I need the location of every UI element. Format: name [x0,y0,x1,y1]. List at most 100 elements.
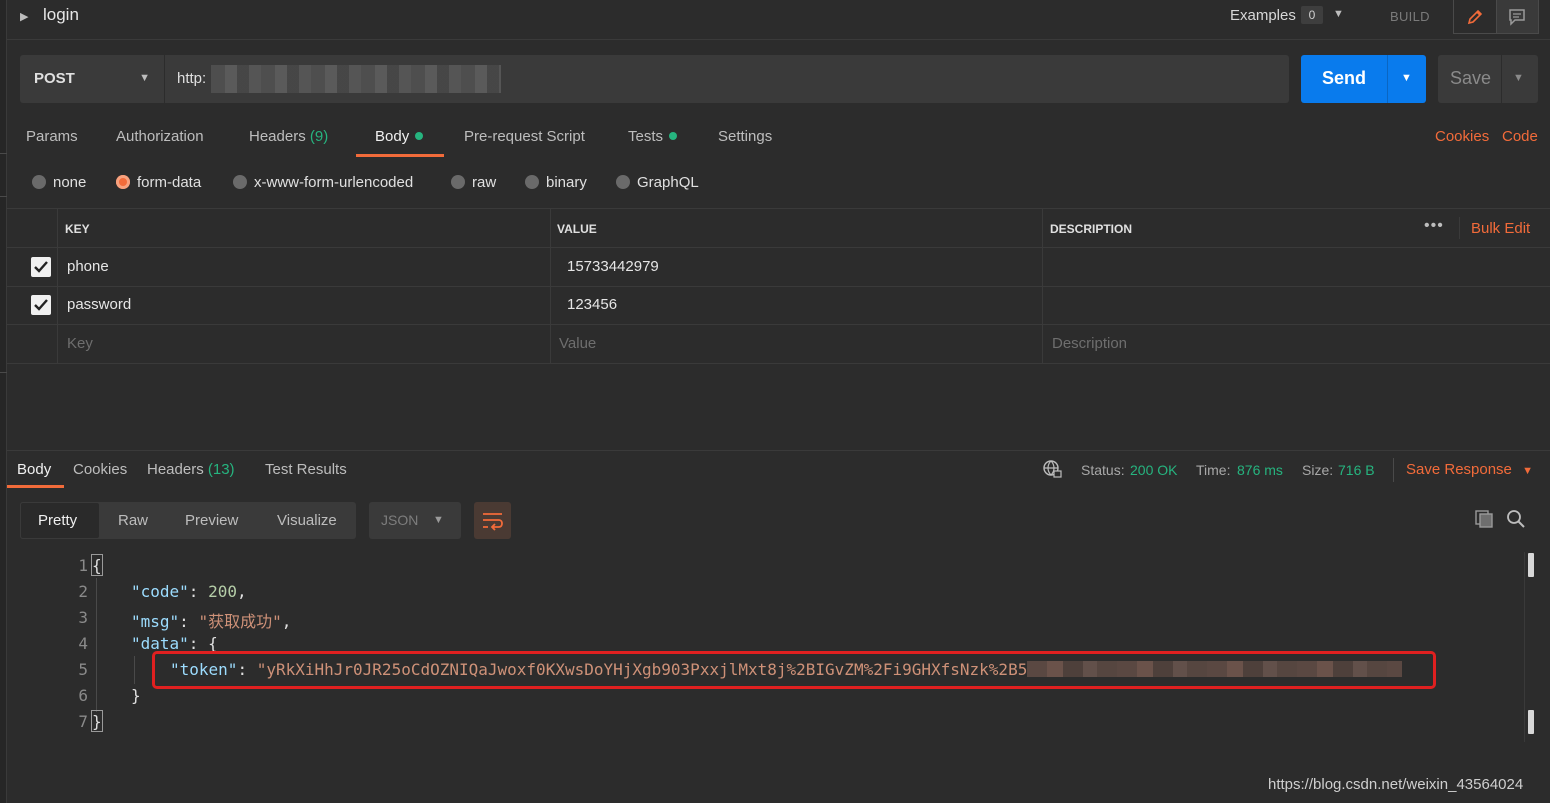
radio-selected-icon [116,175,130,189]
examples-dropdown-label[interactable]: Examples [1230,7,1296,24]
form-data-table: KEY VALUE DESCRIPTION ••• Bulk Edit phon… [7,208,1550,364]
response-tab-headers-label: Headers [147,461,204,478]
separator [1393,458,1394,482]
json-line: "msg": "获取成功", [131,612,292,631]
watermark-text: https://blog.csdn.net/weixin_43564024 [1268,776,1524,793]
column-header-key: KEY [65,222,90,236]
json-key: "code" [131,582,189,601]
save-button[interactable]: Save ▼ [1438,55,1538,103]
collapse-caret-icon[interactable]: ▶ [20,10,28,23]
param-value-cell[interactable]: 15733442979 [567,258,659,275]
json-line: { [92,556,102,575]
method-select[interactable]: POST ▼ [20,55,165,103]
indent-guide [134,656,135,684]
wrap-lines-button[interactable] [474,502,511,539]
chevron-down-icon[interactable]: ▼ [1401,72,1412,84]
size-label: Size: [1302,462,1334,478]
scrollbar-track[interactable] [1524,552,1525,742]
radio-form-data-label: form-data [137,174,202,191]
radio-x-www-form-urlencoded[interactable]: x-www-form-urlencoded [233,174,413,191]
bulk-edit-link[interactable]: Bulk Edit [1471,220,1530,237]
radio-raw[interactable]: raw [451,174,496,191]
chevron-down-icon[interactable]: ▼ [1513,72,1524,84]
url-text: http: [177,70,207,87]
param-key-cell[interactable]: password [67,296,131,313]
radio-circle-icon [233,175,247,189]
send-label: Send [1321,68,1366,88]
token-highlight-box [152,651,1436,689]
line-number: 1 [78,556,88,575]
comment-icon[interactable] [1496,0,1538,33]
status-value: 200 OK [1130,462,1178,478]
line-number: 5 [78,660,88,679]
new-value-input[interactable]: Value [559,335,596,352]
size-value: 716 B [1338,462,1375,478]
cookies-link[interactable]: Cookies [1435,128,1489,145]
tab-pre-request-script[interactable]: Pre-request Script [464,128,585,145]
radio-graphql[interactable]: GraphQL [616,174,699,191]
radio-raw-label: raw [472,174,497,191]
view-mode-visualize[interactable]: Visualize [277,512,337,529]
chevron-down-icon: ▼ [433,514,444,526]
tab-headers-count: (9) [309,128,329,145]
new-key-input[interactable]: Key [67,335,93,352]
view-mode-pretty[interactable]: Pretty [38,512,77,529]
scrollbar-thumb[interactable] [1528,710,1534,734]
response-tab-headers[interactable]: Headers (13) [147,461,235,478]
json-open-brace: { [92,556,102,575]
json-close-brace: } [131,686,141,705]
tab-settings[interactable]: Settings [718,128,772,145]
line-number: 4 [78,634,88,653]
response-headers-count: (13) [207,461,235,478]
wrap-lines-icon [483,513,503,531]
row-checkbox-password[interactable] [31,295,51,315]
line-number: 3 [78,608,88,627]
radio-binary[interactable]: binary [525,174,587,191]
request-name[interactable]: login [43,5,79,25]
view-mode-toggle [1453,0,1539,34]
tab-tests[interactable]: Tests [628,128,678,145]
chevron-down-icon[interactable]: ▼ [1333,8,1344,20]
save-response-label: Save Response [1406,461,1512,478]
method-value: POST [34,70,75,87]
param-key-cell[interactable]: phone [67,258,109,275]
param-value-cell[interactable]: 123456 [567,296,617,313]
tab-authorization[interactable]: Authorization [116,128,204,145]
view-mode-raw[interactable]: Raw [118,512,148,529]
response-tab-test-results[interactable]: Test Results [265,461,347,478]
build-label[interactable]: BUILD [1390,9,1430,24]
scrollbar-thumb[interactable] [1528,553,1534,577]
format-select[interactable]: JSON ▼ [369,502,461,539]
examples-count-badge: 0 [1301,6,1323,24]
left-sidebar-edge [0,0,7,803]
json-number: 200 [208,582,237,601]
radio-circle-icon [616,175,630,189]
radio-urlencoded-label: x-www-form-urlencoded [254,174,414,191]
radio-none[interactable]: none [32,174,86,191]
json-line: } [131,686,141,705]
save-response-button[interactable]: Save Response ▼ [1406,461,1533,478]
column-header-value: VALUE [557,222,597,236]
radio-none-label: none [53,174,87,191]
json-string: "获取成功" [198,612,282,631]
view-mode-preview[interactable]: Preview [185,512,238,529]
url-input[interactable]: http: [165,55,1289,103]
response-tab-cookies[interactable]: Cookies [73,461,127,478]
response-tab-body[interactable]: Body [17,461,51,478]
radio-form-data[interactable]: form-data [116,174,201,191]
radio-graphql-label: GraphQL [637,174,699,191]
copy-icon[interactable] [1474,509,1494,533]
more-options-icon[interactable]: ••• [1424,217,1444,235]
tab-headers[interactable]: Headers (9) [249,128,328,145]
pencil-icon[interactable] [1454,0,1497,33]
tab-params[interactable]: Params [26,128,78,145]
tab-headers-label: Headers [249,128,306,145]
search-icon[interactable] [1506,509,1526,533]
response-json-viewer[interactable]: 1 2 3 4 5 6 7 { "code": 200, "msg": "获取成… [20,552,1520,742]
tab-body[interactable]: Body [375,128,424,145]
row-checkbox-phone[interactable] [31,257,51,277]
send-button[interactable]: Send ▼ [1301,55,1426,103]
code-link[interactable]: Code [1502,128,1538,145]
new-description-input[interactable]: Description [1052,335,1127,352]
globe-lock-icon[interactable] [1042,459,1062,483]
